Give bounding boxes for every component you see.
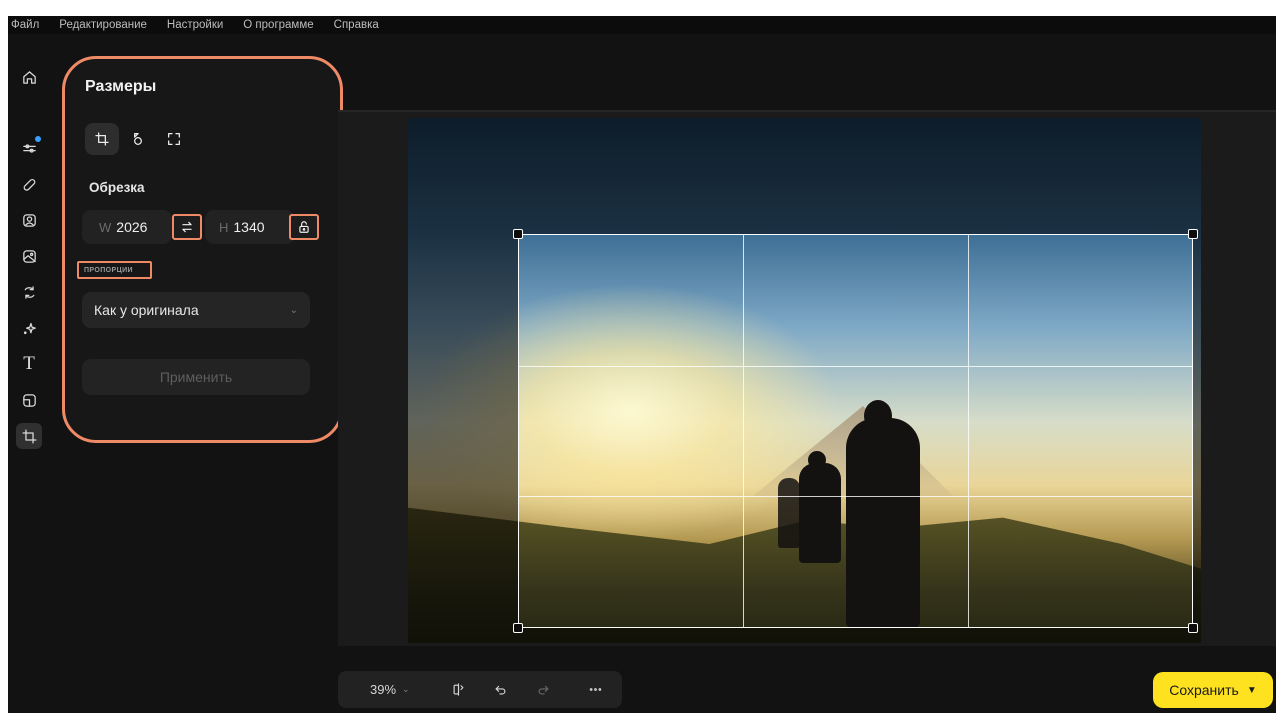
rotate-mode-icon[interactable] (121, 123, 155, 155)
retouch-icon[interactable] (16, 171, 42, 197)
width-field[interactable]: W 2026 (82, 210, 172, 244)
home-icon[interactable] (16, 64, 42, 90)
crop-grid-line (519, 365, 1192, 367)
zoom-select[interactable]: 39% ⌄ (370, 682, 410, 697)
crop-icon[interactable] (16, 423, 42, 449)
crop-grid-line (743, 235, 745, 627)
left-toolbar: T (8, 34, 56, 713)
crop-grid-line (967, 235, 969, 627)
chevron-down-icon: ⌄ (289, 304, 298, 316)
crop-handle-top-right[interactable] (1188, 229, 1198, 239)
proportions-select[interactable]: Как у оригинала ⌄ (82, 292, 310, 328)
menu-edit[interactable]: Редактирование (56, 19, 160, 31)
crop-handle-bottom-right[interactable] (1188, 623, 1198, 633)
more-options-icon[interactable] (585, 680, 605, 700)
text-icon[interactable]: T (16, 351, 42, 377)
compare-icon[interactable] (448, 680, 468, 700)
proportions-value: Как у оригинала (94, 302, 199, 318)
crop-grid-line (519, 496, 1192, 498)
proportions-label: ПРОПОРЦИИ (77, 261, 152, 279)
chevron-down-icon: ▼ (1246, 684, 1257, 696)
crop-handle-top-left[interactable] (513, 229, 523, 239)
crop-shade-bottom (408, 628, 1201, 643)
app-window: Файл Редактирование Настройки О программ… (8, 16, 1276, 713)
zoom-value: 39% (370, 682, 397, 697)
canvas-divider (338, 110, 1276, 112)
chevron-down-icon: ⌄ (402, 684, 410, 694)
background-icon[interactable] (16, 243, 42, 269)
height-value: 1340 (233, 219, 265, 235)
menubar: Файл Редактирование Настройки О программ… (8, 16, 1276, 34)
resize-panel: Размеры Обрезка W 2026 H 1340 ПРОПОРЦИИ … (62, 56, 343, 443)
notification-dot (35, 136, 41, 142)
crop-section-label: Обрезка (89, 180, 145, 195)
replace-icon[interactable] (16, 279, 42, 305)
save-button[interactable]: Сохранить ▼ (1153, 672, 1273, 708)
width-value: 2026 (116, 219, 148, 235)
menu-settings[interactable]: Настройки (164, 19, 236, 31)
panel-title: Размеры (85, 78, 157, 95)
undo-icon[interactable] (490, 680, 510, 700)
crop-shade-top (408, 118, 1201, 234)
crop-shade-left (408, 234, 518, 628)
bottom-toolbar: 39% ⌄ (338, 671, 622, 708)
swap-dimensions-icon[interactable] (172, 214, 202, 240)
menu-help[interactable]: Справка (331, 19, 392, 31)
height-field[interactable]: H 1340 (205, 210, 295, 244)
frame-icon[interactable] (16, 387, 42, 413)
redo-icon[interactable] (533, 680, 553, 700)
resize-mode-icon[interactable] (157, 123, 191, 155)
menu-about[interactable]: О программе (240, 19, 326, 31)
crop-mode-icon[interactable] (85, 123, 119, 155)
lock-ratio-icon[interactable] (289, 214, 319, 240)
crop-handle-bottom-left[interactable] (513, 623, 523, 633)
portrait-icon[interactable] (16, 207, 42, 233)
menu-file[interactable]: Файл (8, 19, 52, 31)
effects-icon[interactable] (16, 315, 42, 341)
adjustments-icon[interactable] (16, 135, 42, 161)
apply-button[interactable]: Применить (82, 359, 310, 395)
crop-shade-right (1193, 234, 1201, 628)
crop-frame[interactable] (518, 234, 1193, 628)
